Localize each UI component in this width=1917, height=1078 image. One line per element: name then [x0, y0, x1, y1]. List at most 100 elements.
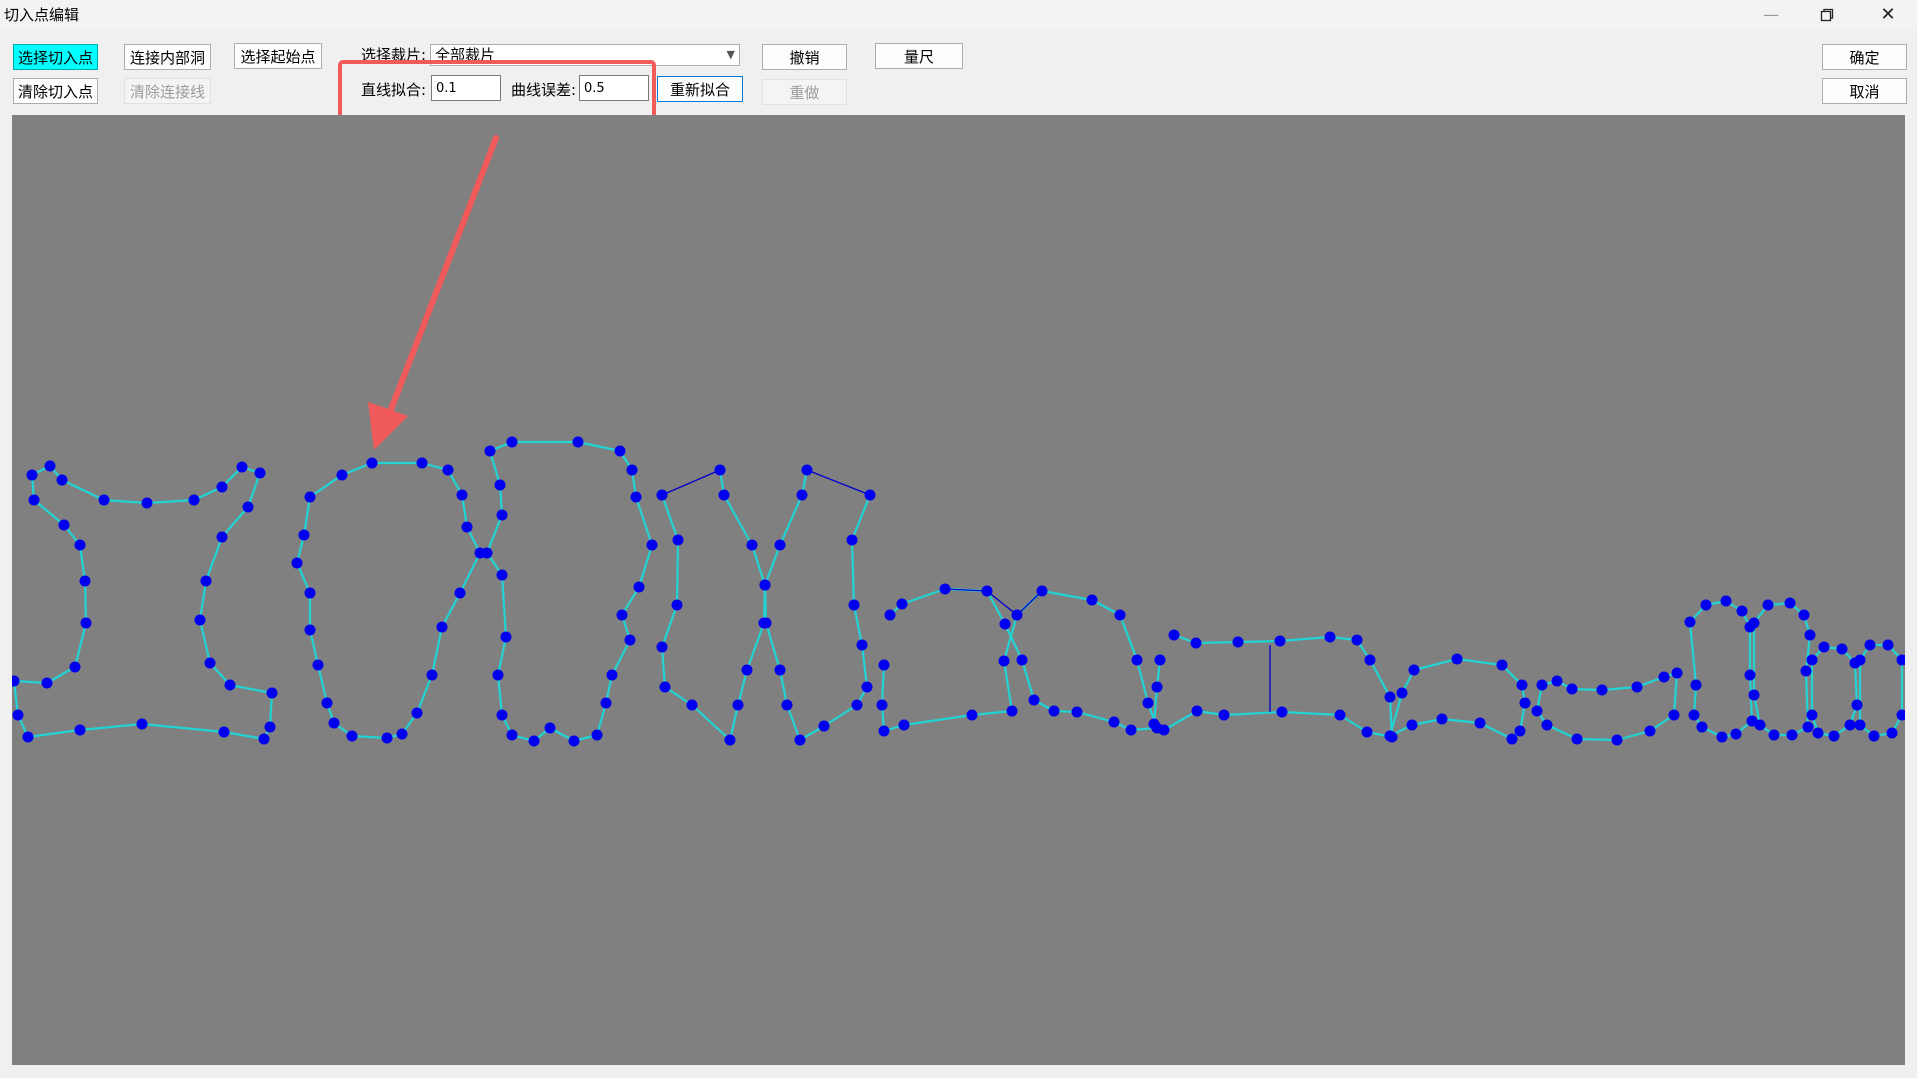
cut-point — [1506, 733, 1518, 745]
cut-point — [26, 469, 38, 481]
cut-point — [366, 457, 378, 469]
cut-point — [28, 494, 40, 506]
minimize-icon[interactable]: — — [1743, 0, 1799, 29]
cancel-button[interactable]: 取消 — [1822, 78, 1907, 104]
cut-point — [74, 724, 86, 736]
cut-point — [1011, 609, 1023, 621]
close-icon[interactable]: ✕ — [1860, 0, 1916, 29]
connect-inner-hole-button[interactable]: 连接内部洞 — [124, 44, 211, 70]
cut-point — [630, 491, 642, 503]
cut-point — [606, 669, 618, 681]
cut-point — [346, 730, 358, 742]
cut-point — [1384, 730, 1396, 742]
cut-point — [484, 445, 496, 457]
cut-point — [878, 659, 890, 671]
cut-point — [528, 735, 540, 747]
cut-point — [1154, 654, 1166, 666]
cut-point — [1806, 709, 1818, 721]
cut-point — [1688, 709, 1700, 721]
chevron-down-icon: ▼ — [726, 48, 735, 61]
cut-point — [1631, 681, 1643, 693]
cut-point — [12, 709, 24, 721]
select-start-point-button[interactable]: 选择起始点 — [234, 43, 322, 69]
cut-point — [671, 599, 683, 611]
cut-point — [492, 669, 504, 681]
cut-point — [416, 457, 428, 469]
cut-point — [1882, 639, 1894, 651]
ok-button[interactable]: 确定 — [1822, 44, 1907, 70]
cut-point — [818, 720, 830, 732]
cut-point — [1644, 725, 1656, 737]
cut-point — [216, 481, 228, 493]
cut-point — [1671, 667, 1683, 679]
cut-point — [1028, 694, 1040, 706]
cut-point — [1868, 730, 1880, 742]
cut-point — [1036, 585, 1048, 597]
cut-point — [41, 677, 53, 689]
cut-point — [304, 587, 316, 599]
cut-point — [1071, 706, 1083, 718]
piece-outline — [1152, 633, 1394, 739]
cut-point — [846, 534, 858, 546]
cut-point — [1851, 699, 1863, 711]
cut-point — [1696, 721, 1708, 733]
clear-cut-point-button[interactable]: 清除切入点 — [13, 78, 98, 104]
restore-icon[interactable] — [1799, 0, 1855, 29]
cut-point — [774, 539, 786, 551]
cut-point — [1006, 705, 1018, 717]
cut-point — [939, 583, 951, 595]
cut-point — [381, 732, 393, 744]
cut-point — [746, 539, 758, 551]
cut-point — [966, 709, 978, 721]
cut-point — [851, 699, 863, 711]
cut-point — [1351, 634, 1363, 646]
cut-point — [1324, 631, 1336, 643]
cut-point — [801, 464, 813, 476]
piece-outline — [1858, 643, 1904, 738]
cut-point — [1276, 706, 1288, 718]
cut-point — [1700, 599, 1712, 611]
cut-point — [1566, 683, 1578, 695]
cut-point — [1218, 709, 1230, 721]
drawing-canvas[interactable] — [8, 115, 1908, 1065]
redo-button[interactable]: 重做 — [762, 79, 847, 105]
cut-point — [1125, 724, 1137, 736]
cut-point — [266, 687, 278, 699]
cut-point — [600, 697, 612, 709]
cut-point — [481, 547, 493, 559]
cut-point — [774, 664, 786, 676]
clear-connect-line-button[interactable]: 清除连接线 — [124, 78, 211, 104]
ruler-button[interactable]: 量尺 — [875, 43, 963, 69]
cut-point — [1436, 713, 1448, 725]
cut-point — [1818, 641, 1830, 653]
cut-point — [1896, 709, 1908, 721]
cut-point — [218, 726, 230, 738]
select-cut-point-button[interactable]: 选择切入点 — [13, 44, 98, 70]
cut-point — [794, 734, 806, 746]
cut-point — [264, 721, 276, 733]
cut-point — [1786, 729, 1798, 741]
cut-point — [321, 697, 333, 709]
refit-button[interactable]: 重新拟合 — [657, 76, 743, 102]
cut-point — [998, 655, 1010, 667]
cut-point — [616, 609, 628, 621]
cut-point — [74, 539, 86, 551]
cut-point — [1596, 684, 1608, 696]
cut-point — [1720, 595, 1732, 607]
cut-point — [1730, 728, 1742, 740]
title-bar: 切入点编辑 — ✕ — [0, 0, 1917, 29]
cut-point — [461, 521, 473, 533]
cut-point — [56, 474, 68, 486]
undo-button[interactable]: 撤销 — [762, 44, 847, 70]
cut-point — [1536, 679, 1548, 691]
cut-point — [659, 681, 671, 693]
cut-point — [500, 631, 512, 643]
cut-point — [861, 681, 873, 693]
cut-point — [456, 489, 468, 501]
cut-point — [1541, 719, 1553, 731]
cut-point — [1812, 727, 1824, 739]
cut-point — [999, 618, 1011, 630]
cut-point — [1114, 609, 1126, 621]
cut-point — [1736, 605, 1748, 617]
piece-outline — [1688, 599, 1754, 739]
